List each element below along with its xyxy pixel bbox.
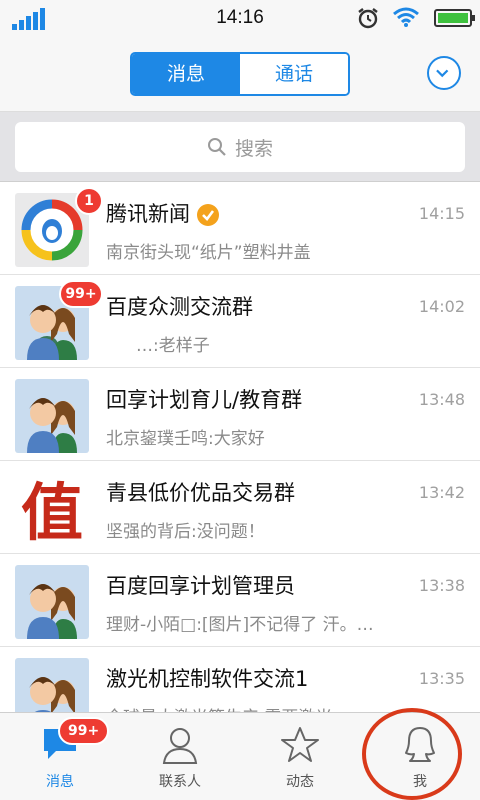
header: 消息 通话 — [0, 36, 480, 112]
unread-badge: 99+ — [59, 280, 103, 308]
search-input[interactable]: 搜索 — [15, 122, 465, 172]
conversation-name: 百度回享计划管理员 — [106, 574, 295, 598]
conversation-row[interactable]: 值 青县低价优品交易群 13:42 坚强的背后:没问题！ — [0, 461, 480, 554]
tab-label: 我 — [413, 774, 427, 790]
conversation-time: 13:42 — [418, 483, 465, 502]
svg-text:值: 值 — [21, 476, 83, 546]
tab-me[interactable]: 我 — [360, 713, 480, 800]
group-avatar — [15, 565, 89, 639]
tab-feed[interactable]: 动态 — [240, 713, 360, 800]
conversation-time: 14:15 — [418, 204, 465, 223]
tab-label: 动态 — [286, 774, 314, 790]
verified-icon — [197, 204, 219, 226]
conversation-row[interactable]: 回享计划育儿/教育群 13:48 北京鋆璞壬鸣:大家好 — [0, 368, 480, 461]
group-avatar — [15, 379, 89, 453]
header-segmented-control: 消息 通话 — [130, 52, 350, 96]
search-bar: 搜索 — [0, 112, 480, 182]
tab-messages-bottom[interactable]: 99+ 消息 — [0, 713, 120, 800]
star-icon — [281, 727, 319, 762]
group-avatar: 99+ — [15, 280, 103, 360]
conversation-time: 14:02 — [418, 297, 465, 316]
chevron-down-circle-icon[interactable] — [427, 56, 461, 90]
conversation-row[interactable]: 激光机控制软件交流1 13:35 全球最大激光等生产 需要激光 — [0, 647, 480, 712]
penguin-icon — [405, 727, 435, 762]
contact-icon — [162, 728, 198, 764]
unread-badge: 1 — [75, 187, 103, 215]
conversation-row[interactable]: 百度回享计划管理员 13:38 理财-小陌□:[图片]不记得了 汗。… — [0, 554, 480, 647]
conversation-preview: 坚强的背后:没问题！ — [106, 522, 265, 542]
tab-contacts[interactable]: 联系人 — [120, 713, 240, 800]
search-icon — [207, 138, 226, 156]
search-placeholder: 搜索 — [234, 137, 273, 160]
bottom-tab-bar: 99+ 消息 联系人 动态 我 — [0, 712, 480, 800]
tencent-news-logo: 1 — [15, 187, 103, 267]
tab-calls[interactable]: 通话 — [240, 54, 348, 94]
battery-icon — [434, 9, 475, 27]
zhi-character-avatar: 值 — [15, 472, 89, 546]
tab-label: 消息 — [46, 774, 74, 790]
conversation-name: 百度众测交流群 — [106, 295, 253, 319]
conversation-name: 青县低价优品交易群 — [106, 481, 295, 505]
conversation-preview: …:老样子 — [136, 336, 210, 356]
conversation-time: 13:48 — [418, 390, 465, 409]
conversation-name: 腾讯新闻 — [106, 198, 220, 228]
wifi-icon — [393, 7, 419, 27]
tab-label: 联系人 — [159, 774, 201, 790]
group-avatar — [15, 658, 89, 712]
alarm-icon — [358, 8, 378, 29]
conversation-time: 13:38 — [418, 576, 465, 595]
conversation-row[interactable]: 1 腾讯新闻 14:15 南京街头现“纸片”塑料井盖 — [0, 182, 480, 275]
tab-messages[interactable]: 消息 — [132, 54, 240, 94]
status-bar: 14:16 — [0, 0, 480, 36]
conversation-name: 激光机控制软件交流1 — [106, 667, 309, 691]
conversation-preview: 全球最大激光等生产 需要激光 — [106, 703, 436, 712]
conversation-name: 回享计划育儿/教育群 — [106, 388, 303, 412]
conversation-row[interactable]: 99+ 百度众测交流群 14:02 …:老样子 — [0, 275, 480, 368]
conversation-preview: 理财-小陌□:[图片]不记得了 汗。… — [106, 615, 374, 635]
conversation-time: 13:35 — [418, 669, 465, 688]
conversation-preview: 南京街头现“纸片”塑料井盖 — [106, 243, 311, 263]
conversation-preview: 北京鋆璞壬鸣:大家好 — [106, 429, 265, 449]
tab-unread-badge: 99+ — [58, 717, 110, 745]
conversation-list: 1 腾讯新闻 14:15 南京街头现“纸片”塑料井盖 99+ 百度众测交流群 1… — [0, 182, 480, 712]
